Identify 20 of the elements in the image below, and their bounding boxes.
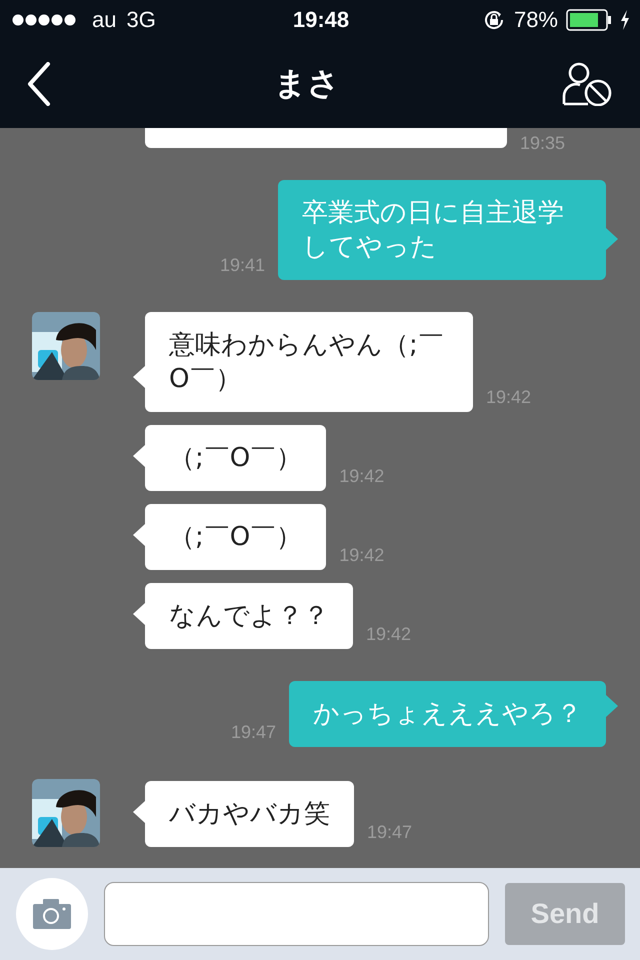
charging-icon [620, 10, 630, 30]
message-bubble: 意味わからんやん（;￣O￣） [145, 312, 473, 412]
carrier-name: au [92, 7, 116, 33]
battery-percent: 78% [514, 7, 558, 33]
message-bubble: バカやバカ笑 [145, 781, 354, 847]
back-icon[interactable] [26, 62, 52, 106]
chat-title: まさ [274, 63, 340, 104]
message-bubble: なんでよ？？ [145, 583, 353, 649]
status-time: 19:48 [292, 7, 350, 33]
message-bubble: （;￣O￣） [145, 504, 326, 570]
message-bubble: かっちょえええやろ？ [289, 681, 606, 747]
message-bubble: （;￣O￣） [145, 425, 326, 491]
message-field[interactable] [104, 882, 489, 946]
camera-icon [33, 899, 71, 929]
message-bubble: 卒業式の日に自主退学してやった [278, 180, 606, 280]
network-type: 3G [126, 7, 156, 33]
battery-icon [566, 9, 612, 31]
bubble-tail [606, 228, 618, 250]
bubble-tail [606, 695, 618, 717]
block-user-icon[interactable] [562, 62, 612, 106]
